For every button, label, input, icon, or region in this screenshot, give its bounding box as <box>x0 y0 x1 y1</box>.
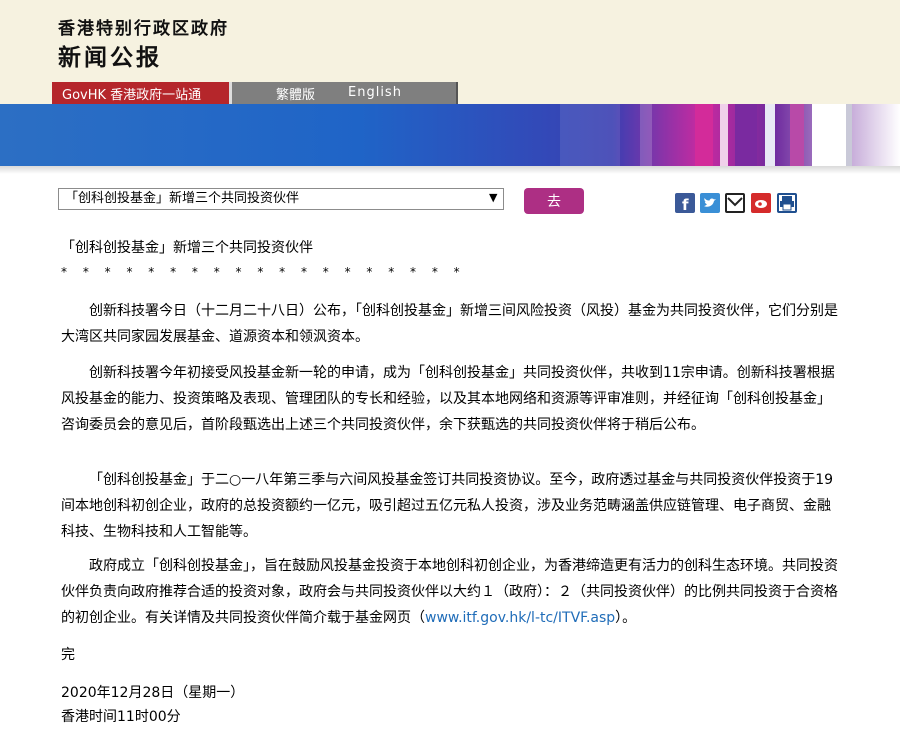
article-paragraph-3: 「创科创投基金」于二○一八年第三季与六间风投基金签订共同投资协议。至今，政府透过… <box>61 472 834 540</box>
article-title: 「创科创投基金」新增三个共同投资伙伴 <box>61 240 313 256</box>
release-time: 香港时间11时00分 <box>61 709 181 725</box>
release-date: 2020年12月28日（星期一） <box>61 685 245 701</box>
english-link[interactable]: English <box>348 85 402 100</box>
twitter-icon[interactable] <box>700 193 720 213</box>
article-paragraph-1: 创新科技署今日（十二月二十八日）公布，「创科创投基金」新增三间风险投资（风投）基… <box>61 303 838 345</box>
title-separator: * * * * * * * * * * * * * * * * * * * <box>61 265 466 279</box>
email-icon[interactable] <box>725 193 745 213</box>
dropdown-arrow-icon[interactable]: ▼ <box>489 191 497 204</box>
go-button[interactable]: 去 <box>524 188 584 214</box>
end-mark: 完 <box>61 647 75 663</box>
language-bar <box>232 82 458 104</box>
print-icon[interactable] <box>777 193 797 213</box>
page-title: 新闻公报 <box>58 45 162 71</box>
press-release-select[interactable]: 「创科创投基金」新增三个共同投资伙伴 <box>58 188 504 210</box>
article-paragraph-4: 政府成立「创科创投基金」，旨在鼓励风投基金投资于本地创科初创企业，为香港缔造更有… <box>61 558 838 626</box>
facebook-icon[interactable]: f <box>675 193 695 214</box>
government-name: 香港特别行政区政府 <box>58 19 229 39</box>
banner-shadow <box>0 166 900 174</box>
govhk-link[interactable]: GovHK 香港政府一站通 <box>52 82 232 104</box>
article-paragraph-2: 创新科技署今年初接受风投基金新一轮的申请，成为「创科创投基金」共同投资伙伴，共收… <box>61 365 835 433</box>
itf-website-link[interactable]: www.itf.gov.hk/l-tc/ITVF.asp <box>425 610 615 626</box>
traditional-chinese-link[interactable]: 繁體版 <box>276 84 315 103</box>
weibo-icon[interactable] <box>751 193 771 213</box>
page-header: 香港特别行政区政府 新闻公报 <box>0 0 900 80</box>
header-banner <box>0 104 900 166</box>
svg-text:f: f <box>682 196 689 213</box>
